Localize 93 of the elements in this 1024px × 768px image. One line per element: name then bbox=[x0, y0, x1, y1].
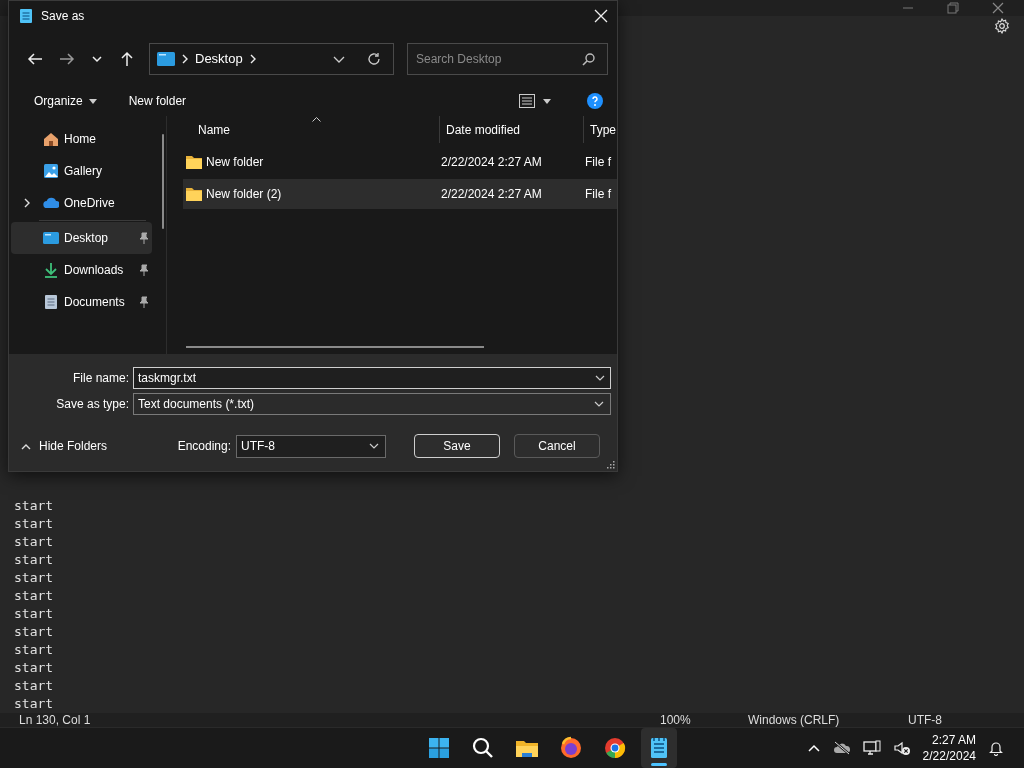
encoding-dropdown[interactable]: UTF-8 bbox=[236, 434, 386, 458]
file-type: File f bbox=[585, 155, 612, 169]
document-icon bbox=[43, 294, 59, 310]
pin-icon[interactable] bbox=[139, 232, 149, 244]
chevron-right-icon bbox=[181, 53, 189, 64]
file-name-field[interactable]: taskmgr.txt bbox=[133, 367, 611, 389]
field-label: File name: bbox=[71, 371, 130, 385]
field-label: Save as type: bbox=[55, 397, 130, 411]
chevron-right-icon bbox=[248, 53, 257, 64]
pin-icon[interactable] bbox=[139, 296, 149, 308]
column-header[interactable]: Date modified bbox=[440, 116, 584, 143]
navigation-item[interactable]: Desktop bbox=[11, 222, 152, 254]
text-line: start bbox=[14, 587, 54, 605]
organize-menu[interactable]: Organize bbox=[26, 90, 105, 112]
navigation-item[interactable]: Documents bbox=[11, 286, 152, 318]
start-icon bbox=[426, 736, 451, 760]
home-icon bbox=[43, 131, 59, 147]
column-header[interactable]: Name bbox=[167, 116, 440, 143]
list-view-icon bbox=[519, 94, 535, 108]
scrollbar[interactable] bbox=[186, 346, 484, 348]
text-line: start bbox=[14, 695, 54, 713]
resize-grip-icon[interactable] bbox=[607, 461, 615, 469]
navigation-item[interactable]: Downloads bbox=[11, 254, 152, 286]
cloud-off-icon[interactable] bbox=[832, 741, 851, 755]
text-line: start bbox=[14, 569, 54, 587]
text-line: start bbox=[14, 551, 54, 569]
search-field[interactable]: Search Desktop bbox=[407, 42, 608, 75]
file-type-dropdown[interactable]: Text documents (*.txt) bbox=[133, 393, 611, 415]
pin-icon[interactable] bbox=[139, 264, 149, 276]
date-modified: 2/22/2024 2:27 AM bbox=[441, 155, 543, 169]
encoding-label: UTF-8 bbox=[908, 713, 943, 727]
refresh-icon[interactable] bbox=[367, 51, 381, 66]
browser-icon bbox=[602, 736, 627, 760]
search-icon bbox=[470, 736, 495, 760]
navigation-item[interactable]: Gallery bbox=[11, 155, 152, 187]
notification-bell-icon[interactable] bbox=[988, 740, 1004, 756]
clock-date[interactable]: 2/22/2024 bbox=[922, 748, 976, 764]
caret-icon bbox=[88, 98, 97, 104]
cursor-position: Ln 130, Col 1 bbox=[19, 713, 91, 727]
text-line: start bbox=[14, 515, 54, 533]
text-line: start bbox=[14, 677, 54, 695]
field-label: Encoding: bbox=[177, 439, 231, 453]
hide-folders-button[interactable]: Hide Folders bbox=[21, 435, 108, 457]
save-button[interactable]: Save bbox=[414, 434, 500, 458]
folder-icon bbox=[186, 155, 202, 169]
chevron-up-icon bbox=[21, 442, 31, 450]
expand-chevron-icon[interactable] bbox=[23, 198, 31, 208]
cloud-icon bbox=[43, 195, 59, 211]
muted-speaker-icon[interactable] bbox=[892, 740, 911, 756]
cancel-button[interactable]: Cancel bbox=[514, 434, 600, 458]
browser-icon bbox=[558, 736, 583, 760]
file-type: File f bbox=[585, 187, 612, 201]
line-ending: Windows (CRLF) bbox=[748, 713, 841, 727]
breadcrumb[interactable]: Desktop bbox=[195, 51, 243, 66]
new-folder-button[interactable]: New folder bbox=[120, 90, 195, 112]
file-row[interactable]: New folder 2/22/2024 2:27 AM File f bbox=[183, 147, 617, 177]
text-line: start bbox=[14, 605, 54, 623]
date-modified: 2/22/2024 2:27 AM bbox=[441, 187, 543, 201]
caret-icon bbox=[594, 401, 604, 407]
settings-icon[interactable] bbox=[994, 18, 1010, 35]
file-name: New folder (2) bbox=[206, 187, 282, 201]
up-arrow-icon[interactable] bbox=[119, 50, 135, 67]
caret-icon[interactable] bbox=[595, 375, 605, 381]
text-line: start bbox=[14, 623, 54, 641]
desktop-icon bbox=[157, 51, 175, 66]
taskbar-app[interactable] bbox=[640, 728, 677, 768]
desktop-icon bbox=[43, 230, 59, 246]
download-icon bbox=[43, 262, 59, 278]
forward-arrow-icon[interactable] bbox=[59, 50, 75, 67]
search-icon[interactable] bbox=[582, 51, 596, 66]
restore-button[interactable] bbox=[947, 2, 959, 15]
notepad-icon bbox=[19, 8, 33, 24]
back-arrow-icon[interactable] bbox=[27, 50, 43, 67]
caret-icon bbox=[369, 443, 379, 449]
folder-icon bbox=[186, 187, 202, 201]
network-icon[interactable] bbox=[862, 740, 881, 756]
text-line: start bbox=[14, 659, 54, 677]
file-name: New folder bbox=[206, 155, 264, 169]
file-row[interactable]: New folder (2) 2/22/2024 2:27 AM File f bbox=[183, 179, 617, 209]
clock-time[interactable]: 2:27 AM bbox=[931, 732, 976, 748]
column-header[interactable]: Type bbox=[584, 116, 617, 143]
zoom-level: 100% bbox=[660, 713, 692, 727]
scrollbar[interactable] bbox=[162, 134, 164, 229]
text-line: start bbox=[14, 533, 54, 551]
text-line: start bbox=[14, 641, 54, 659]
help-icon[interactable] bbox=[587, 93, 603, 109]
address-bar[interactable]: Desktop bbox=[149, 42, 394, 75]
caret-icon bbox=[543, 98, 551, 104]
dialog-title: Save as bbox=[41, 9, 85, 23]
navigation-item[interactable]: Home bbox=[11, 123, 152, 155]
navigation-item[interactable]: OneDrive bbox=[11, 187, 152, 219]
gallery-icon bbox=[43, 163, 59, 179]
text-line: start bbox=[14, 497, 54, 515]
